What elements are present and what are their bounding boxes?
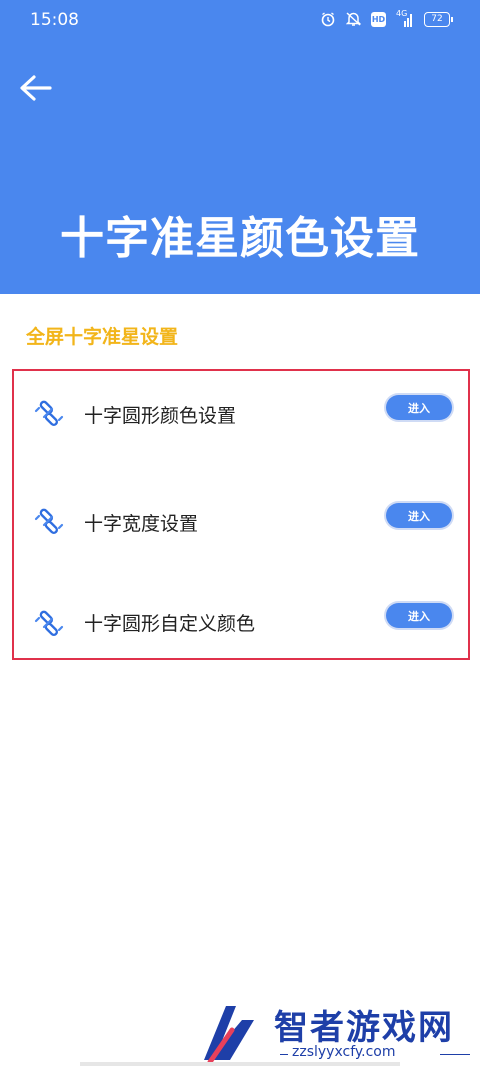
signal-4g-icon: 4G (396, 9, 414, 27)
enter-button[interactable]: 进入 (386, 395, 452, 420)
enter-button[interactable]: 进入 (386, 503, 452, 528)
watermark-title: 智者游戏网 (274, 1008, 454, 1048)
watermark: 智者游戏网 zzslyyxcfy.com (196, 1000, 480, 1067)
arrow-left-icon (20, 75, 52, 101)
list-item-label: 十字宽度设置 (84, 513, 199, 535)
header-bar: 15:08 HD 4G 72 十字准星颜色设置 (0, 0, 480, 294)
status-icons: HD 4G 72 (320, 9, 453, 27)
back-button[interactable] (16, 70, 56, 110)
watermark-logo-icon (204, 1006, 254, 1065)
list-item[interactable]: 十字宽度设置 进入 (14, 495, 468, 551)
crosshair-link-icon (34, 507, 64, 537)
crosshair-link-icon (34, 399, 64, 429)
section-title: 全屏十字准星设置 (26, 326, 179, 348)
enter-button[interactable]: 进入 (386, 603, 452, 628)
navigation-hint-bar (80, 1062, 400, 1066)
watermark-divider (440, 1054, 470, 1055)
list-item[interactable]: 十字圆形颜色设置 进入 (14, 387, 468, 443)
page-title: 十字准星颜色设置 (60, 213, 420, 264)
list-item[interactable]: 十字圆形自定义颜色 进入 (14, 595, 468, 651)
settings-list-highlight: 十字圆形颜色设置 进入 十字宽度设置 进入 十字圆形自定义颜色 进入 (12, 369, 470, 660)
list-item-label: 十字圆形自定义颜色 (84, 613, 256, 635)
hd-icon: HD (371, 11, 386, 27)
status-time: 15:08 (30, 10, 79, 30)
watermark-url: zzslyyxcfy.com (292, 1044, 396, 1060)
watermark-divider (280, 1054, 288, 1055)
status-bar: 15:08 HD 4G 72 (0, 0, 480, 40)
mute-icon (346, 11, 361, 27)
crosshair-link-icon (34, 609, 64, 639)
alarm-icon (320, 11, 336, 27)
battery-icon: 72 (424, 11, 453, 27)
list-item-label: 十字圆形颜色设置 (84, 405, 237, 427)
